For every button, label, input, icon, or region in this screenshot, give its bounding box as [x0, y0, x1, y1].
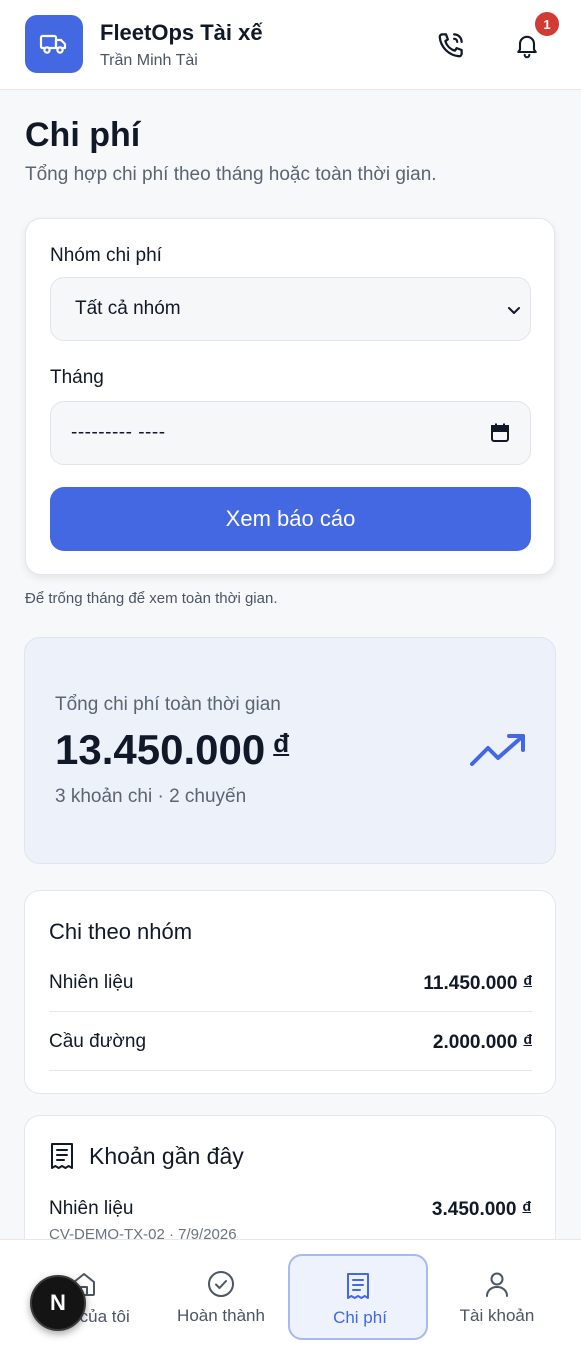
receipt-icon	[51, 1143, 73, 1169]
calendar-icon[interactable]	[490, 422, 510, 444]
recent-item-name[interactable]: Nhiên liệu	[49, 1198, 134, 1220]
currency-symbol: đ	[523, 972, 532, 988]
recent-item-amount-value: 3.450.000	[431, 1199, 517, 1220]
month-input-value: --------- ----	[71, 422, 166, 443]
group-card-title: Chi theo nhóm	[49, 919, 193, 944]
group-name: Nhiên liệu	[49, 972, 134, 993]
trending-up-icon	[470, 734, 525, 766]
group-amount: 2.000.000 đ	[433, 1031, 532, 1054]
recent-card-title: Khoản gần đây	[89, 1143, 244, 1169]
group-amount-value: 2.000.000	[432, 1032, 518, 1053]
chevron-down-icon	[508, 307, 520, 314]
expense-group-select[interactable]: Tất cả nhóm	[50, 277, 531, 341]
truck-icon	[39, 34, 67, 54]
expense-group-label: Nhóm chi phí	[50, 245, 162, 266]
nav-label: Chi phí	[333, 1308, 387, 1327]
total-amount-value: 13.450.000	[55, 726, 266, 773]
group-row: Nhiên liệu 11.450.000 đ	[49, 953, 532, 1012]
phone-icon	[438, 33, 463, 58]
page-title: Chi phí	[25, 116, 141, 154]
currency-symbol: đ	[522, 1198, 531, 1214]
dev-tools-button[interactable]: N	[30, 1275, 86, 1331]
notification-badge: 1	[533, 10, 561, 38]
page-subtitle: Tổng hợp chi phí theo tháng hoặc toàn th…	[25, 164, 437, 185]
group-name: Cầu đường	[49, 1031, 147, 1052]
app-header: FleetOps Tài xế Trần Minh Tài 1	[0, 0, 581, 90]
total-meta: 3 khoản chi · 2 chuyến	[55, 786, 247, 807]
total-amount: 13.450.000 đ	[55, 726, 289, 774]
driver-name: Trần Minh Tài	[100, 52, 198, 69]
recent-item-amount: 3.450.000 đ	[432, 1198, 531, 1221]
currency-symbol: đ	[523, 1031, 532, 1047]
app-logo	[25, 15, 83, 73]
receipt-icon	[347, 1273, 369, 1299]
nav-item-expenses[interactable]: Chi phí	[288, 1254, 428, 1340]
group-amount: 11.450.000 đ	[423, 972, 532, 995]
expense-by-group-card: Chi theo nhóm Nhiên liệu 11.450.000 đ Cầu…	[24, 890, 556, 1094]
nav-label: Tài khoản	[459, 1306, 535, 1325]
check-circle-icon	[208, 1271, 234, 1297]
user-icon	[486, 1272, 508, 1297]
filter-hint: Để trống tháng để xem toàn thời gian.	[25, 590, 278, 607]
call-button[interactable]	[432, 26, 470, 64]
month-label: Tháng	[50, 367, 104, 388]
nav-label: Hoàn thành	[177, 1306, 265, 1325]
expense-group-value: Tất cả nhóm	[75, 298, 181, 319]
group-row: Cầu đường 2.000.000 đ	[49, 1012, 532, 1071]
total-label: Tổng chi phí toàn thời gian	[55, 694, 281, 715]
nav-item-completed[interactable]: Hoàn thành	[151, 1254, 291, 1340]
currency-symbol: đ	[273, 728, 290, 758]
view-report-button[interactable]: Xem báo cáo	[50, 487, 531, 551]
app-title: FleetOps Tài xế	[100, 20, 263, 45]
month-input[interactable]: --------- ----	[50, 401, 531, 465]
filter-card: Nhóm chi phí Tất cả nhóm Tháng ---------…	[25, 218, 555, 575]
bottom-nav: iên của tôi Hoàn thành Chi phí Tài khoản	[0, 1239, 581, 1356]
total-summary-card: Tổng chi phí toàn thời gian 13.450.000 đ …	[24, 637, 556, 864]
nav-item-account[interactable]: Tài khoản	[427, 1254, 567, 1340]
group-amount-value: 11.450.000	[423, 973, 518, 994]
